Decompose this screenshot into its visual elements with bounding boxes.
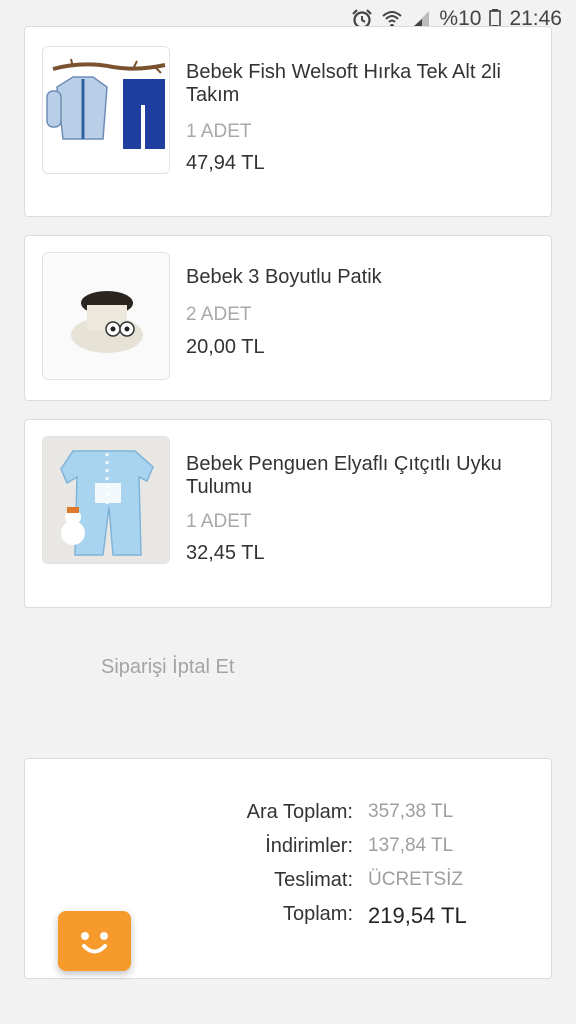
smiley-chat-icon — [81, 932, 108, 954]
subtotal-value: 357,38 TL — [368, 801, 454, 822]
product-price: 32,45 TL — [186, 542, 265, 564]
product-name[interactable]: Bebek Fish Welsoft Hırka Tek Alt 2li Tak… — [186, 61, 526, 107]
cancel-order-link[interactable]: Siparişi İptal Et — [101, 656, 234, 679]
delivery-row: Teslimat: ÜCRETSİZ — [25, 869, 553, 897]
product-image[interactable] — [42, 252, 170, 380]
subtotal-label: Ara Toplam: — [246, 801, 353, 823]
product-name[interactable]: Bebek Penguen Elyaflı Çıtçıtlı Uyku Tulu… — [186, 453, 526, 499]
discounts-row: İndirimler: 137,84 TL — [25, 835, 553, 863]
total-label: Toplam: — [282, 903, 353, 925]
order-item-card[interactable]: Bebek 3 Boyutlu Patik 2 ADET 20,00 TL — [24, 235, 552, 401]
order-item-card[interactable]: Bebek Penguen Elyaflı Çıtçıtlı Uyku Tulu… — [24, 419, 552, 608]
discounts-value: 137,84 TL — [368, 835, 454, 856]
product-image[interactable] — [42, 46, 170, 174]
product-quantity: 1 ADET — [186, 511, 252, 532]
subtotal-row: Ara Toplam: 357,38 TL — [25, 801, 553, 829]
product-quantity: 2 ADET — [186, 304, 252, 325]
total-value: 219,54 TL — [368, 903, 467, 928]
order-item-card[interactable]: Bebek Fish Welsoft Hırka Tek Alt 2li Tak… — [24, 26, 552, 217]
delivery-value: ÜCRETSİZ — [368, 869, 463, 890]
product-image[interactable] — [42, 436, 170, 564]
delivery-label: Teslimat: — [274, 869, 353, 891]
product-quantity: 1 ADET — [186, 121, 252, 142]
product-name[interactable]: Bebek 3 Boyutlu Patik — [186, 266, 526, 289]
discounts-label: İndirimler: — [265, 835, 353, 857]
product-price: 47,94 TL — [186, 152, 265, 174]
product-price: 20,00 TL — [186, 336, 265, 358]
chat-button[interactable] — [58, 911, 131, 971]
